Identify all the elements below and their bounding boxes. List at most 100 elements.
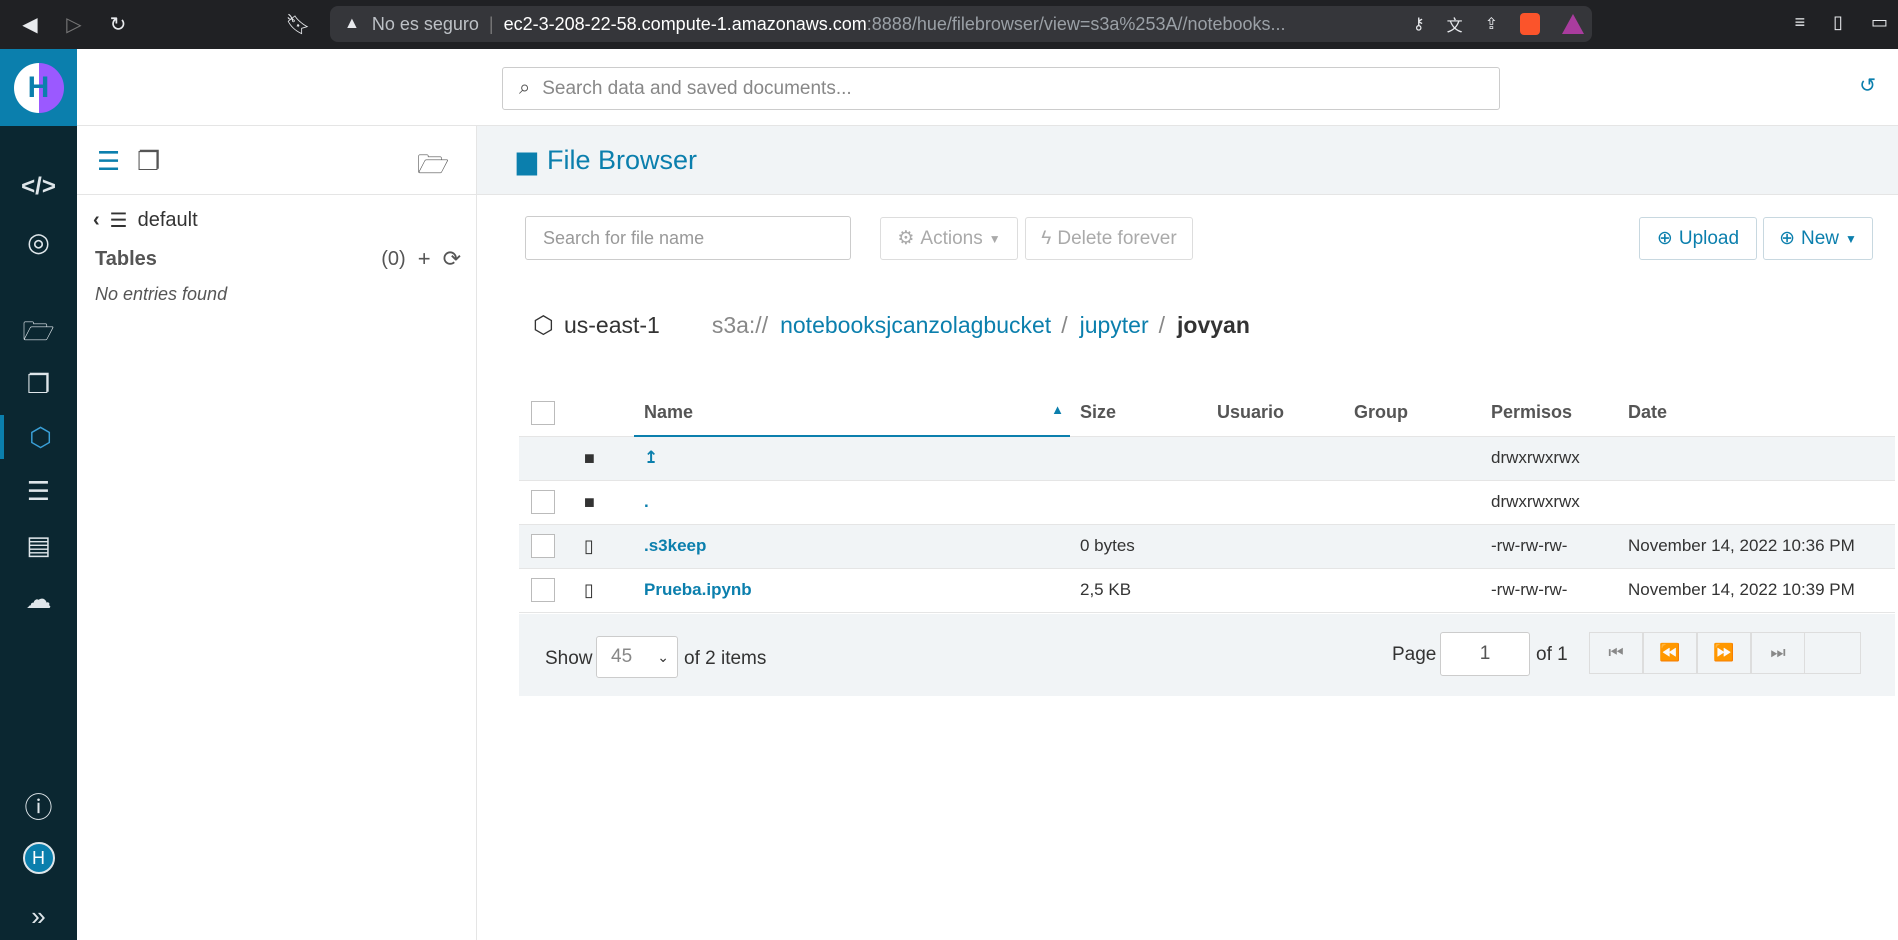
sort-asc-icon: ▲ bbox=[1051, 402, 1064, 417]
cubes-icon: ⬡ bbox=[533, 312, 554, 339]
editor-icon[interactable]: </> bbox=[0, 165, 77, 209]
global-search-input[interactable] bbox=[542, 77, 1443, 100]
select-all-cell bbox=[519, 390, 584, 437]
media-icon[interactable]: ≡ bbox=[1795, 12, 1806, 33]
breadcrumb-current: jovyan bbox=[1177, 312, 1250, 338]
history-icon[interactable]: ↺ bbox=[1859, 73, 1876, 98]
caret-down-icon: ▼ bbox=[1845, 231, 1857, 246]
page-header: ▆ File Browser bbox=[477, 126, 1898, 195]
file-name-link[interactable]: Prueba.ipynb bbox=[644, 580, 752, 599]
url-path: :8888/hue/filebrowser/view=s3a%253A//not… bbox=[866, 13, 1286, 34]
help-icon[interactable]: ⓘ bbox=[0, 784, 77, 828]
documents-icon[interactable]: ❐ bbox=[0, 362, 77, 406]
tables-count: (0) bbox=[381, 247, 406, 270]
sidebar-icon[interactable]: ▯ bbox=[1833, 12, 1843, 33]
database-icon[interactable]: ☰ bbox=[0, 469, 77, 513]
checkbox-cell bbox=[519, 480, 584, 525]
address-bar[interactable]: ▲ No es seguro | ec2-3-208-22-58.compute… bbox=[330, 6, 1592, 42]
name-header[interactable]: Name ▲ bbox=[634, 390, 1070, 437]
key-icon[interactable]: ⚷ bbox=[1413, 14, 1425, 34]
upload-button[interactable]: ⊕ Upload bbox=[1639, 217, 1757, 260]
select-all-checkbox[interactable] bbox=[531, 400, 555, 425]
share-icon[interactable]: ⇪ bbox=[1485, 14, 1498, 34]
new-button[interactable]: ⊕ New ▼ bbox=[1763, 217, 1873, 260]
type-header bbox=[584, 390, 634, 437]
page-title: File Browser bbox=[547, 144, 698, 175]
plus-icon[interactable]: + bbox=[418, 246, 431, 272]
forward-icon[interactable]: ▷ bbox=[54, 4, 94, 44]
refresh-icon[interactable]: ⟳ bbox=[443, 246, 461, 272]
bookmark-icon[interactable]: 🔖︎ bbox=[278, 4, 318, 44]
user-header[interactable]: Usuario bbox=[1207, 390, 1344, 437]
row-checkbox[interactable] bbox=[531, 534, 555, 558]
file-icon: ▯ bbox=[584, 579, 594, 600]
insecure-label: No es seguro bbox=[371, 13, 479, 34]
folder-icon: ■ bbox=[584, 447, 595, 468]
page-size-select[interactable]: 45 ⌄ bbox=[596, 636, 678, 678]
size-header[interactable]: Size bbox=[1070, 390, 1207, 437]
date-cell bbox=[1618, 480, 1895, 525]
checkbox-cell bbox=[519, 524, 584, 569]
delete-forever-button[interactable]: ϟ Delete forever bbox=[1025, 217, 1193, 260]
group-cell bbox=[1344, 480, 1481, 525]
translate-icon[interactable]: 文 bbox=[1447, 12, 1463, 36]
back-chevron-icon[interactable]: ‹ bbox=[93, 209, 100, 232]
wallet-icon[interactable]: ▭ bbox=[1871, 12, 1888, 33]
group-cell bbox=[1344, 436, 1481, 481]
type-cell: ■ bbox=[584, 480, 634, 525]
page-number-input[interactable]: 1 bbox=[1440, 632, 1530, 676]
database-tab-icon[interactable]: ☰ bbox=[97, 146, 120, 177]
file-toolbar: ⚙ Actions ▼ ϟ Delete forever ⊕ Upload ⊕ … bbox=[525, 216, 1882, 262]
global-search[interactable]: ⌕ bbox=[502, 67, 1500, 110]
table-row[interactable]: ■ . drwxrwxrwx bbox=[519, 480, 1895, 525]
row-checkbox[interactable] bbox=[531, 578, 555, 602]
file-name-link[interactable]: ↥ bbox=[644, 448, 658, 467]
user-cell bbox=[1207, 480, 1344, 525]
pager-spacer bbox=[1805, 632, 1861, 674]
date-cell bbox=[1618, 436, 1895, 481]
s3-cubes-icon[interactable]: ⬡ bbox=[0, 415, 77, 459]
row-checkbox[interactable] bbox=[531, 490, 555, 514]
cloud-upload-icon[interactable]: ☁ bbox=[0, 577, 77, 621]
table-row[interactable]: ▯ .s3keep 0 bytes -rw-rw-rw- November 14… bbox=[519, 524, 1895, 569]
perms-header[interactable]: Permisos bbox=[1481, 390, 1618, 437]
file-name-link[interactable]: . bbox=[644, 492, 649, 511]
table-row[interactable]: ▯ Prueba.ipynb 2,5 KB -rw-rw-rw- Novembe… bbox=[519, 568, 1895, 613]
folder-open-icon[interactable]: 🗁 bbox=[0, 313, 77, 357]
left-navigation: H </> ◎ 🗁 ❐ ⬡ ☰ ▤ ☁ ⓘ H » bbox=[0, 49, 77, 940]
perms-cell: -rw-rw-rw- bbox=[1481, 568, 1618, 613]
gear-icon: ⚙ bbox=[897, 228, 915, 249]
first-page-icon[interactable]: ⏮ bbox=[1589, 632, 1643, 674]
brave-shield-icon[interactable] bbox=[1520, 13, 1540, 35]
reload-icon[interactable]: ↻ bbox=[98, 4, 138, 44]
scheme-label: s3a:// bbox=[711, 312, 769, 338]
breadcrumb-bucket[interactable]: notebooksjcanzolagbucket bbox=[780, 312, 1051, 339]
checkbox-cell bbox=[519, 436, 584, 481]
date-header[interactable]: Date bbox=[1618, 390, 1895, 437]
file-name-link[interactable]: .s3keep bbox=[644, 536, 706, 555]
group-header[interactable]: Group bbox=[1344, 390, 1481, 437]
file-search-input[interactable] bbox=[525, 216, 851, 260]
table-icon[interactable]: ▤ bbox=[0, 523, 77, 567]
item-count: of 2 items bbox=[684, 648, 767, 669]
brave-rewards-icon[interactable] bbox=[1562, 14, 1584, 34]
breadcrumb-folder[interactable]: jupyter bbox=[1080, 312, 1149, 339]
region-label[interactable]: us-east-1 bbox=[564, 312, 660, 339]
dashboard-icon[interactable]: ◎ bbox=[0, 220, 77, 264]
url-host: ec2-3-208-22-58.compute-1.amazonaws.com bbox=[503, 13, 867, 34]
folder-tab-icon[interactable]: 🗁 bbox=[417, 146, 449, 190]
database-breadcrumb[interactable]: ‹ ☰ default bbox=[93, 208, 198, 233]
documents-tab-icon[interactable]: ❐ bbox=[137, 146, 160, 177]
hue-logo[interactable]: H bbox=[0, 49, 77, 126]
previous-page-icon[interactable]: ⏪ bbox=[1643, 632, 1697, 674]
actions-button[interactable]: ⚙ Actions ▼ bbox=[880, 217, 1018, 260]
next-page-icon[interactable]: ⏩ bbox=[1697, 632, 1751, 674]
last-page-icon[interactable]: ⏭ bbox=[1751, 632, 1805, 674]
name-cell: ↥ bbox=[634, 436, 1070, 481]
expand-icon[interactable]: » bbox=[0, 894, 77, 938]
user-cell bbox=[1207, 436, 1344, 481]
back-icon[interactable]: ◀ bbox=[10, 4, 50, 44]
name-cell: .s3keep bbox=[634, 524, 1070, 569]
user-avatar[interactable]: H bbox=[0, 836, 77, 880]
table-row[interactable]: ■ ↥ drwxrwxrwx bbox=[519, 436, 1895, 481]
